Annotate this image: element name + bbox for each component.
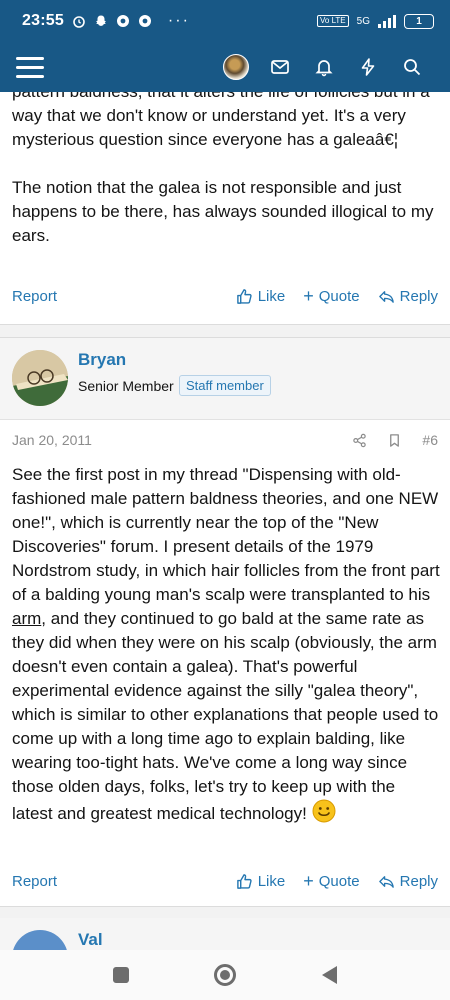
- quote-button[interactable]: + Quote: [303, 286, 359, 307]
- report-link[interactable]: Report: [12, 288, 57, 305]
- reply-icon: [378, 290, 394, 303]
- chrome-icon-2: [138, 14, 152, 28]
- post-meta: Jan 20, 2011 #6: [0, 420, 450, 460]
- username[interactable]: Val: [78, 930, 103, 950]
- post-body: pattern baldness, that it alters the lif…: [12, 80, 438, 248]
- recents-icon[interactable]: [112, 967, 129, 983]
- back-icon[interactable]: [322, 966, 338, 984]
- post-user-block: Val: [0, 918, 450, 950]
- username[interactable]: Bryan: [78, 350, 126, 370]
- like-button[interactable]: Like: [236, 288, 285, 305]
- share-icon[interactable]: [352, 433, 367, 448]
- reply-button[interactable]: Reply: [378, 873, 438, 890]
- battery-icon: 1: [404, 13, 434, 29]
- thumbs-up-icon: [236, 873, 252, 889]
- bolt-icon[interactable]: [346, 57, 390, 77]
- post-actions: Report Like + Quote Reply: [0, 281, 450, 311]
- post-user-block: Bryan Senior Member Staff member: [0, 338, 450, 420]
- status-bar: 23:55 ··· Vo LTE 5G 1: [0, 0, 450, 42]
- user-title: Senior Member: [78, 378, 174, 394]
- inbox-icon[interactable]: [258, 57, 302, 77]
- system-nav-bar: [0, 950, 450, 1000]
- signal-icon: [378, 14, 396, 28]
- like-button[interactable]: Like: [236, 873, 285, 890]
- post-actions: Report Like + Quote Reply: [0, 866, 450, 896]
- staff-badge: Staff member: [179, 375, 271, 396]
- plus-icon: +: [303, 870, 314, 891]
- home-icon[interactable]: [214, 964, 237, 986]
- alarm-icon: [72, 14, 86, 28]
- app-header: [0, 42, 450, 92]
- post-number[interactable]: #6: [422, 432, 438, 448]
- account-avatar[interactable]: [214, 54, 258, 80]
- bookmark-icon[interactable]: [387, 433, 402, 448]
- chrome-icon: [116, 14, 130, 28]
- post-body: See the first post in my thread "Dispens…: [12, 465, 440, 823]
- smile-emoji-icon: [312, 799, 336, 823]
- status-time: 23:55: [22, 12, 64, 29]
- menu-icon[interactable]: [16, 56, 44, 78]
- battery-level: 1: [416, 15, 422, 27]
- highlighted-word[interactable]: arm: [12, 609, 41, 628]
- post-paragraph: The notion that the galea is not respons…: [12, 178, 434, 245]
- avatar[interactable]: [12, 350, 68, 406]
- volte-icon: Vo LTE: [317, 15, 349, 27]
- report-link[interactable]: Report: [12, 873, 57, 890]
- reply-icon: [378, 875, 394, 888]
- post-divider: [0, 324, 450, 338]
- quote-button[interactable]: + Quote: [303, 871, 359, 892]
- network-type: 5G: [356, 15, 370, 27]
- plus-icon: +: [303, 285, 314, 306]
- snapchat-icon: [94, 14, 108, 28]
- reply-button[interactable]: Reply: [378, 288, 438, 305]
- bell-icon[interactable]: [302, 57, 346, 77]
- thumbs-up-icon: [236, 288, 252, 304]
- post-date[interactable]: Jan 20, 2011: [12, 432, 92, 448]
- avatar[interactable]: [12, 930, 68, 950]
- more-notifications-icon: ···: [167, 12, 190, 29]
- search-icon[interactable]: [390, 57, 434, 77]
